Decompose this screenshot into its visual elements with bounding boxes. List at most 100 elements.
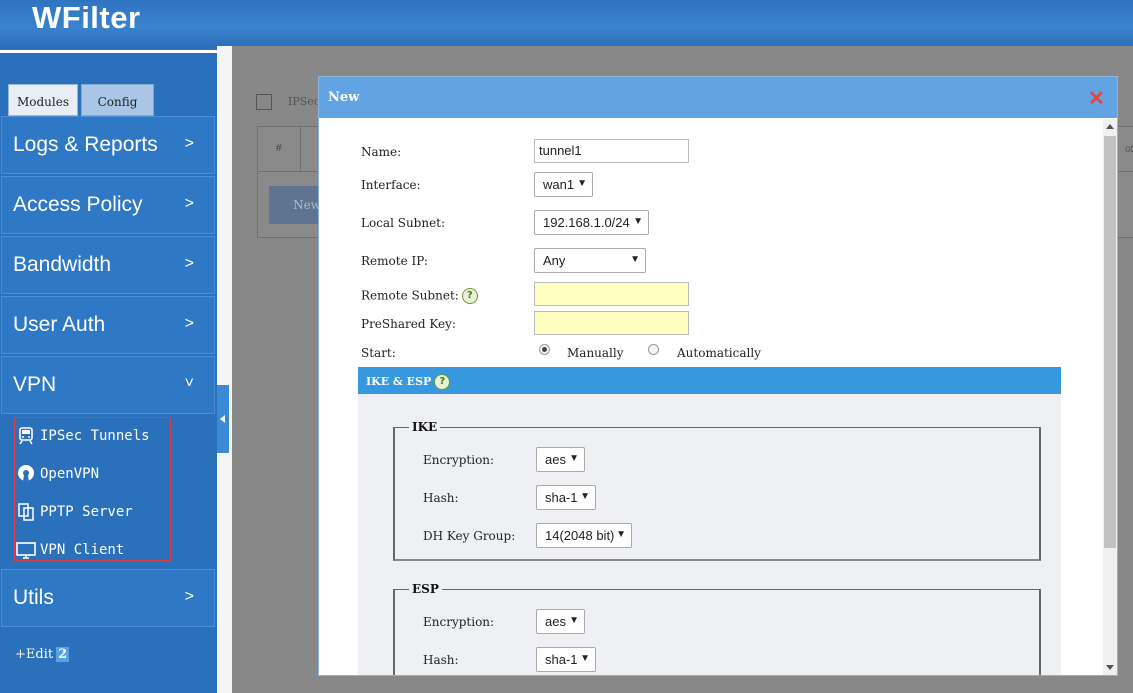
sidebar: Modules Config Logs & Reports > Access P… bbox=[0, 46, 217, 693]
caret-down-icon: ▼ bbox=[580, 491, 590, 502]
remote-ip-select[interactable]: Any ▼ bbox=[534, 248, 646, 273]
train-icon bbox=[256, 94, 272, 110]
chevron-right-icon: > bbox=[184, 315, 194, 332]
start-automatically-label: Automatically bbox=[677, 346, 761, 360]
ike-encryption-value: aes bbox=[545, 452, 566, 467]
preshared-key-label: PreShared Key: bbox=[361, 317, 456, 331]
scroll-thumb[interactable] bbox=[1104, 136, 1116, 548]
esp-encryption-select[interactable]: aes ▼ bbox=[536, 609, 585, 634]
edit-count-badge: 2 bbox=[56, 647, 70, 662]
preshared-key-input[interactable] bbox=[534, 311, 689, 335]
ike-esp-section-header: IKE & ESP? bbox=[358, 367, 1061, 394]
esp-hash-select[interactable]: sha-1 ▼ bbox=[536, 647, 596, 672]
content-gutter bbox=[217, 46, 232, 693]
app-logo: WFilter bbox=[32, 0, 141, 35]
dialog-title: New bbox=[328, 90, 360, 105]
start-manually-radio[interactable] bbox=[539, 344, 550, 355]
menu-access-policy[interactable]: Access Policy > bbox=[1, 176, 215, 234]
ike-dh-group-select[interactable]: 14(2048 bit) ▼ bbox=[536, 523, 632, 548]
submenu-label: PPTP Server bbox=[40, 504, 133, 520]
scroll-up-icon[interactable] bbox=[1106, 124, 1114, 129]
caret-down-icon: ▼ bbox=[569, 453, 579, 464]
esp-hash-label: Hash: bbox=[423, 653, 459, 667]
dialog-header: New ✕ bbox=[319, 77, 1117, 118]
bg-col-separator bbox=[300, 127, 301, 171]
remote-ip-value: Any bbox=[543, 253, 566, 268]
vpn-submenu: IPSec Tunnels OpenVPN PPTP Server VPN Cl… bbox=[1, 416, 215, 568]
app-header: WFilter bbox=[0, 0, 1133, 46]
esp-legend: ESP bbox=[409, 582, 442, 596]
remote-subnet-label-text: Remote Subnet: bbox=[361, 288, 459, 303]
dialog-scrollbar[interactable] bbox=[1103, 119, 1117, 675]
chevron-right-icon: > bbox=[184, 195, 194, 212]
name-input[interactable]: tunnel1 bbox=[534, 139, 689, 163]
start-manually-label: Manually bbox=[567, 346, 624, 360]
section-title: IKE & ESP? bbox=[366, 374, 451, 390]
start-automatically-radio[interactable] bbox=[648, 344, 659, 355]
caret-down-icon: ▼ bbox=[616, 529, 626, 540]
caret-down-icon: ▼ bbox=[633, 216, 643, 227]
local-subnet-label: Local Subnet: bbox=[361, 216, 446, 230]
menu-label: Access Policy bbox=[13, 193, 143, 216]
tab-config[interactable]: Config bbox=[81, 84, 154, 116]
scroll-down-icon[interactable] bbox=[1106, 665, 1114, 670]
chevron-right-icon: > bbox=[184, 255, 194, 272]
help-icon[interactable]: ? bbox=[434, 374, 451, 390]
menu-bandwidth[interactable]: Bandwidth > bbox=[1, 236, 215, 294]
menu-label: VPN bbox=[13, 373, 57, 396]
ike-fieldset: IKE Encryption: aes ▼ Hash: sha-1 ▼ DH Key… bbox=[393, 420, 1041, 561]
ike-legend: IKE bbox=[409, 420, 441, 434]
remote-subnet-input[interactable] bbox=[534, 282, 689, 306]
ike-encryption-select[interactable]: aes ▼ bbox=[536, 447, 585, 472]
ike-hash-value: sha-1 bbox=[545, 490, 578, 505]
local-subnet-select[interactable]: 192.168.1.0/24 ▼ bbox=[534, 210, 649, 235]
submenu-label: VPN Client bbox=[40, 542, 125, 558]
bg-col-hash: # bbox=[276, 143, 282, 154]
interface-value: wan1 bbox=[543, 177, 575, 192]
help-icon[interactable]: ? bbox=[461, 288, 478, 304]
interface-label: Interface: bbox=[361, 178, 421, 192]
name-label: Name: bbox=[361, 145, 402, 159]
menu-logs-reports[interactable]: Logs & Reports > bbox=[1, 116, 215, 174]
menu-label: Utils bbox=[13, 586, 54, 609]
chevron-right-icon: > bbox=[184, 135, 194, 152]
submenu-label: IPSec Tunnels bbox=[40, 428, 150, 444]
logo-underline bbox=[0, 50, 217, 53]
esp-hash-value: sha-1 bbox=[545, 652, 578, 667]
pptp-icon bbox=[18, 503, 34, 521]
monitor-icon bbox=[16, 542, 36, 559]
interface-select[interactable]: wan1 ▼ bbox=[534, 172, 593, 197]
sidebar-collapse-handle[interactable] bbox=[217, 385, 229, 453]
local-subnet-value: 192.168.1.0/24 bbox=[543, 215, 630, 230]
section-title-text: IKE & ESP bbox=[366, 375, 432, 388]
edit-link[interactable]: +Edit 2 bbox=[15, 647, 70, 662]
menu-vpn[interactable]: VPN ˅ bbox=[1, 356, 215, 414]
remote-subnet-label: Remote Subnet:? bbox=[361, 288, 478, 304]
start-label: Start: bbox=[361, 346, 396, 360]
ike-hash-select[interactable]: sha-1 ▼ bbox=[536, 485, 596, 510]
remote-ip-label: Remote IP: bbox=[361, 254, 428, 268]
train-icon bbox=[19, 427, 33, 445]
edit-label: +Edit bbox=[15, 647, 54, 662]
tab-modules[interactable]: Modules bbox=[8, 84, 78, 116]
menu-user-auth[interactable]: User Auth > bbox=[1, 296, 215, 354]
esp-encryption-value: aes bbox=[545, 614, 566, 629]
openvpn-icon bbox=[18, 465, 34, 482]
caret-down-icon: ▼ bbox=[630, 254, 640, 265]
esp-fieldset: ESP Encryption: aes ▼ Hash: sha-1 ▼ bbox=[393, 582, 1041, 675]
caret-down-icon: ▼ bbox=[577, 178, 587, 189]
ike-dh-group-value: 14(2048 bit) bbox=[545, 528, 615, 543]
esp-encryption-label: Encryption: bbox=[423, 615, 495, 629]
ike-hash-label: Hash: bbox=[423, 491, 459, 505]
submenu-label: OpenVPN bbox=[40, 466, 100, 482]
close-icon[interactable]: ✕ bbox=[1088, 86, 1105, 111]
new-tunnel-dialog: New ✕ Name: tunnel1 Interface: wan1 ▼ Loc… bbox=[318, 76, 1118, 676]
bg-right-text: ot bbox=[1125, 144, 1133, 155]
menu-label: User Auth bbox=[13, 313, 106, 336]
menu-label: Bandwidth bbox=[13, 253, 112, 276]
chevron-down-icon: ˅ bbox=[184, 375, 194, 392]
ike-dh-group-label: DH Key Group: bbox=[423, 529, 516, 543]
ike-encryption-label: Encryption: bbox=[423, 453, 495, 467]
ike-esp-section-body: IKE Encryption: aes ▼ Hash: sha-1 ▼ DH Key… bbox=[358, 394, 1061, 675]
menu-utils[interactable]: Utils > bbox=[1, 569, 215, 627]
